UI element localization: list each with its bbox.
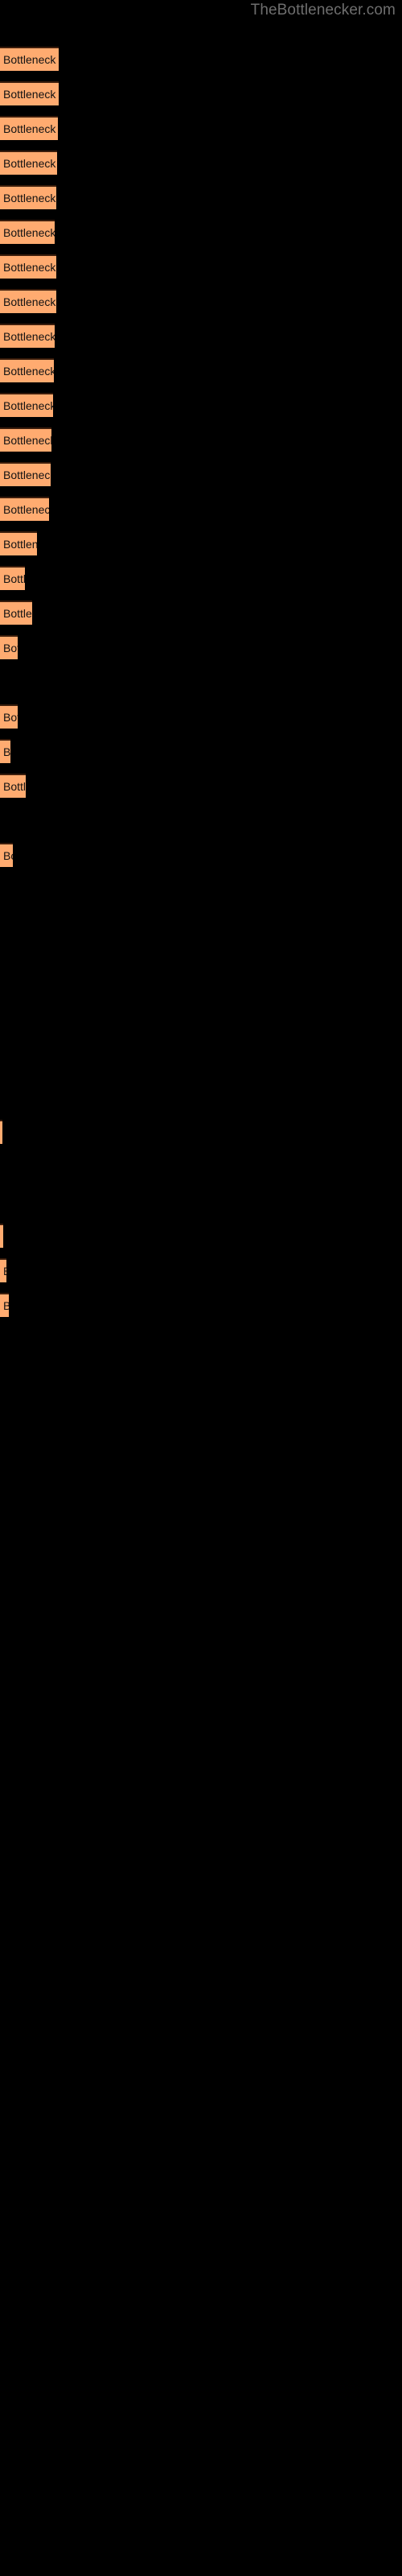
bars-layer: Bottleneck result Bottleneck result Bottle… [0,0,402,2576]
bar: Bottleneck result [0,185,56,209]
bar: Bottleneck result [0,601,32,625]
bar: Bottleneck result [0,220,55,244]
bar: Bottleneck result [0,462,51,486]
bar-label: Bottleneck result [3,330,55,343]
bar: Bottleneck result [0,1293,9,1317]
bar: Bottleneck result [0,116,58,140]
bar: Bottleneck result [0,843,13,867]
bar-label: Bottleneck result [3,711,18,724]
bar [0,1224,3,1248]
bar-label: Bottleneck result [3,434,51,447]
bar-label: Bottleneck result [3,780,26,793]
bar: Bottleneck result [0,151,57,175]
bar: Bottleneck result [0,427,51,452]
bar: Bottleneck result [0,739,10,763]
bar: Bottleneck result [0,704,18,729]
bar: Bottleneck result [0,81,59,105]
bar: Bottleneck result [0,254,56,279]
bar-label: Bottleneck result [3,745,10,758]
bar: Bottleneck result [0,324,55,348]
bar-label: Bottleneck result [3,365,54,378]
bar: Bottleneck result [0,47,59,71]
bar: Bottleneck result [0,1258,6,1282]
bar [0,1120,2,1144]
bar-label: Bottleneck result [3,122,58,135]
bar-label: Bottleneck result [3,192,56,204]
bar-label: Bottleneck result [3,1299,9,1312]
bar-label: Bottleneck result [3,261,56,274]
bar-label: Bottleneck result [3,538,37,551]
bar: Bottleneck result [0,635,18,659]
bar-label: Bottleneck result [3,1265,6,1278]
bar: Bottleneck result [0,497,49,521]
bar-label: Bottleneck result [3,157,57,170]
bar-label: Bottleneck result [3,607,32,620]
bar-label: Bottleneck result [3,399,53,412]
bar-label: Bottleneck result [3,53,59,66]
bar: Bottleneck result [0,358,54,382]
bar: Bottleneck result [0,566,25,590]
bar-label: Bottleneck result [3,642,18,654]
bar-label: Bottleneck result [3,849,13,862]
bar-label: Bottleneck result [3,88,59,101]
bar: Bottleneck result [0,289,56,313]
bottleneck-bar-chart: TheBottlenecker.com Bottleneck resultBot… [0,0,402,2576]
bar-label: Bottleneck result [3,469,51,481]
bar: Bottleneck result [0,531,37,555]
bar-label: Bottleneck result [3,572,25,585]
bar-label: Bottleneck result [3,503,49,516]
bar: Bottleneck result [0,774,26,798]
bar-label: Bottleneck result [3,226,55,239]
bar: Bottleneck result [0,393,53,417]
bar-label: Bottleneck result [3,295,56,308]
